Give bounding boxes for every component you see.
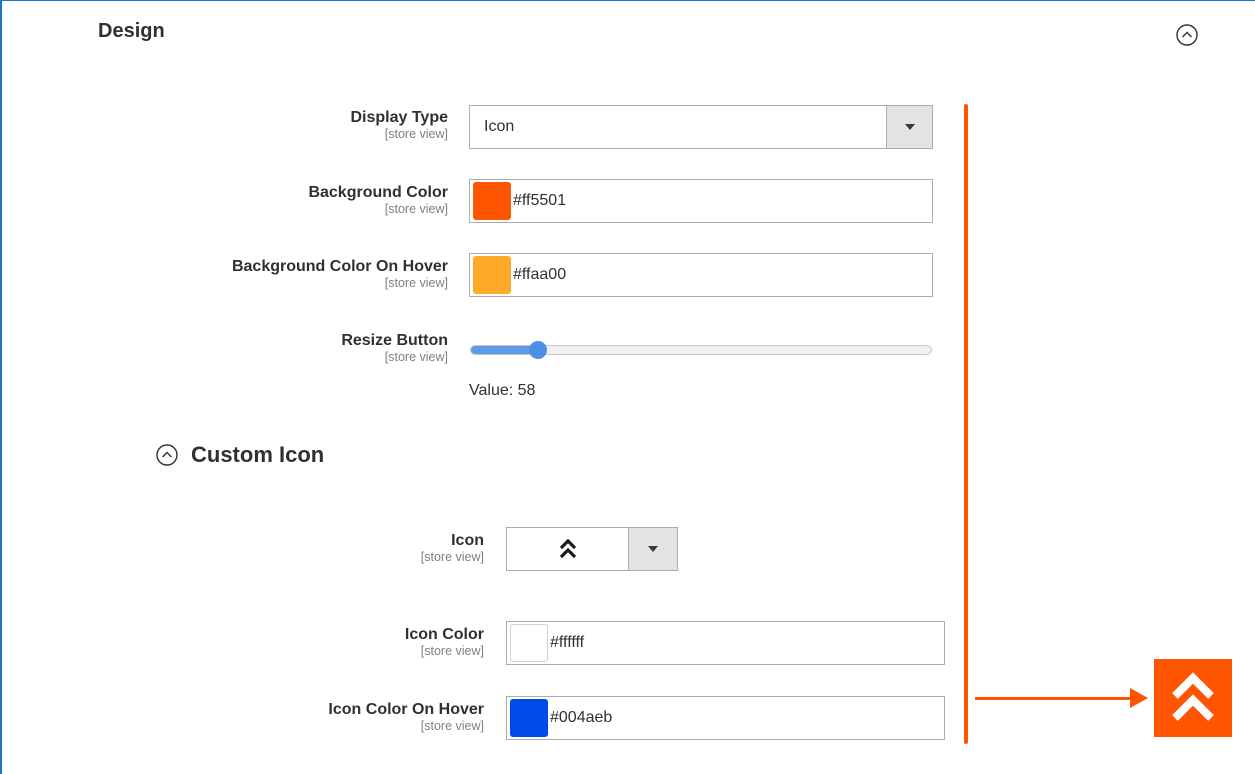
- custom-icon-title: Custom Icon: [191, 442, 325, 467]
- background-hover-label-group: Background Color On Hover [store view]: [88, 258, 448, 291]
- chevron-up-circle-icon: [156, 444, 178, 466]
- icon-color-hover-label: Icon Color On Hover: [328, 701, 484, 718]
- icon-scope: [store view]: [420, 550, 484, 564]
- scroll-to-top-preview: [1154, 659, 1232, 737]
- double-chevron-up-icon: [1172, 672, 1214, 721]
- section-title: Design: [98, 20, 165, 42]
- icon-color-swatch[interactable]: [510, 624, 548, 662]
- icon-label-group: Icon [store view]: [124, 532, 484, 565]
- icon-color-hover-value[interactable]: #004aeb: [550, 709, 612, 727]
- chevron-up-circle-icon: [1176, 24, 1198, 46]
- display-type-label: Display Type: [350, 109, 448, 126]
- display-type-scope: [store view]: [384, 127, 448, 141]
- annotation-arrow-line: [975, 697, 1133, 700]
- annotation-vertical-line: [964, 104, 968, 744]
- icon-color-hover-label-group: Icon Color On Hover [store view]: [124, 701, 484, 734]
- icon-color-hover-swatch[interactable]: [510, 699, 548, 737]
- resize-button-label-group: Resize Button [store view]: [88, 332, 448, 365]
- icon-color-label-group: Icon Color [store view]: [124, 626, 484, 659]
- icon-color-hover-input[interactable]: #004aeb: [506, 696, 945, 740]
- background-color-scope: [store view]: [384, 202, 448, 216]
- background-hover-value[interactable]: #ffaa00: [513, 266, 566, 284]
- icon-select-value: [507, 528, 628, 570]
- background-color-input[interactable]: #ff5501: [469, 179, 933, 223]
- icon-select[interactable]: [506, 527, 678, 571]
- background-hover-label: Background Color On Hover: [231, 258, 448, 275]
- background-hover-swatch[interactable]: [473, 256, 511, 294]
- arrow-right-icon: [1130, 688, 1148, 708]
- icon-color-scope: [store view]: [420, 644, 484, 658]
- caret-down-icon: [648, 546, 659, 552]
- collapse-section-button[interactable]: [1175, 23, 1199, 47]
- icon-label: Icon: [451, 532, 484, 549]
- resize-button-scope: [store view]: [384, 350, 448, 364]
- background-color-value[interactable]: #ff5501: [513, 192, 566, 210]
- resize-slider-value: Value: 58: [469, 382, 536, 399]
- background-hover-scope: [store view]: [384, 276, 448, 290]
- custom-icon-toggle[interactable]: Custom Icon: [155, 442, 324, 468]
- resize-slider-thumb[interactable]: [529, 341, 547, 359]
- dropdown-arrow[interactable]: [886, 106, 932, 148]
- icon-color-value[interactable]: #ffffff: [550, 634, 584, 652]
- dropdown-arrow[interactable]: [628, 528, 677, 570]
- double-chevron-up-icon: [559, 538, 576, 559]
- display-type-value: Icon: [484, 118, 515, 135]
- icon-color-hover-scope: [store view]: [420, 719, 484, 733]
- icon-color-label: Icon Color: [404, 626, 484, 643]
- caret-down-icon: [904, 124, 915, 130]
- display-type-label-group: Display Type [store view]: [88, 109, 448, 142]
- icon-color-input[interactable]: #ffffff: [506, 621, 945, 665]
- resize-button-label: Resize Button: [341, 332, 448, 349]
- background-color-label-group: Background Color [store view]: [88, 184, 448, 217]
- background-color-label: Background Color: [308, 184, 448, 201]
- display-type-select[interactable]: Icon: [469, 105, 933, 149]
- background-hover-input[interactable]: #ffaa00: [469, 253, 933, 297]
- background-color-swatch[interactable]: [473, 182, 511, 220]
